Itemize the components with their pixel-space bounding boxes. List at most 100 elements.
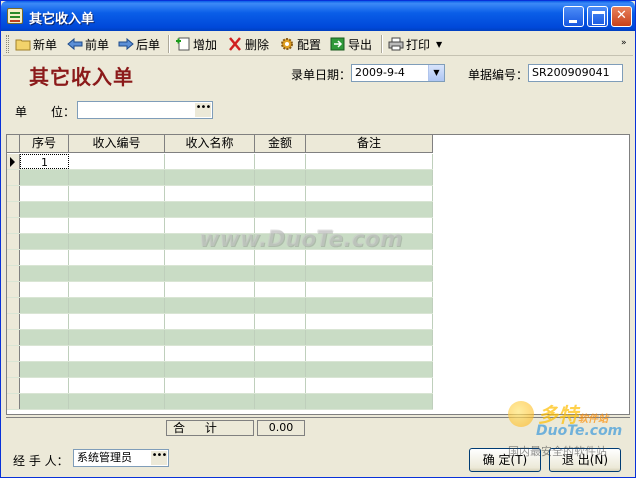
row-header[interactable] bbox=[7, 202, 20, 217]
grid-cell[interactable] bbox=[306, 186, 433, 201]
row-header[interactable] bbox=[7, 266, 20, 281]
handler-field[interactable]: 系统管理员 ••• bbox=[73, 449, 169, 467]
unit-field[interactable]: ••• bbox=[77, 101, 213, 119]
row-header[interactable] bbox=[7, 378, 20, 393]
table-row[interactable] bbox=[7, 250, 433, 266]
grid-cell[interactable] bbox=[20, 314, 69, 329]
column-header[interactable]: 收入名称 bbox=[165, 135, 255, 153]
grid-cell[interactable] bbox=[255, 314, 306, 329]
grid-cell[interactable] bbox=[306, 266, 433, 281]
grid-cell[interactable] bbox=[306, 202, 433, 217]
next-button[interactable]: 后单 bbox=[116, 34, 162, 54]
grid-cell[interactable] bbox=[255, 394, 306, 409]
column-header[interactable]: 金额 bbox=[255, 135, 306, 153]
grid-cell[interactable] bbox=[255, 186, 306, 201]
grid-cell[interactable] bbox=[69, 154, 165, 169]
grid-cell[interactable] bbox=[69, 266, 165, 281]
minimize-button[interactable] bbox=[563, 6, 584, 27]
grid-cell[interactable] bbox=[165, 250, 255, 265]
table-row[interactable] bbox=[7, 330, 433, 346]
row-header[interactable] bbox=[7, 394, 20, 409]
table-row[interactable] bbox=[7, 282, 433, 298]
table-row[interactable] bbox=[7, 394, 433, 410]
grid-cell[interactable] bbox=[165, 346, 255, 361]
row-header[interactable] bbox=[7, 314, 20, 329]
grid-cell[interactable] bbox=[165, 282, 255, 297]
column-header[interactable]: 序号 bbox=[20, 135, 69, 153]
data-grid[interactable]: 序号 收入编号 收入名称 金额 备注 1 bbox=[6, 134, 630, 415]
grid-cell[interactable] bbox=[306, 314, 433, 329]
grid-cell[interactable] bbox=[69, 314, 165, 329]
grid-cell[interactable] bbox=[165, 330, 255, 345]
export-button[interactable]: 导出 bbox=[328, 34, 374, 54]
grid-cell[interactable] bbox=[165, 186, 255, 201]
grid-cell[interactable] bbox=[306, 346, 433, 361]
grid-cell[interactable] bbox=[69, 394, 165, 409]
grid-cell[interactable] bbox=[20, 362, 69, 377]
grid-cell[interactable] bbox=[306, 394, 433, 409]
grid-cell[interactable] bbox=[20, 394, 69, 409]
table-row[interactable] bbox=[7, 170, 433, 186]
row-header[interactable] bbox=[7, 250, 20, 265]
table-row[interactable] bbox=[7, 266, 433, 282]
grid-cell[interactable] bbox=[255, 346, 306, 361]
grid-cell[interactable] bbox=[165, 394, 255, 409]
close-button[interactable]: ✕ bbox=[611, 6, 632, 27]
grid-cell[interactable] bbox=[255, 330, 306, 345]
table-row[interactable] bbox=[7, 362, 433, 378]
new-button[interactable]: 新单 bbox=[13, 34, 59, 54]
row-header[interactable] bbox=[7, 218, 20, 233]
chevron-down-icon[interactable]: ▼ bbox=[428, 65, 444, 81]
column-header[interactable]: 备注 bbox=[306, 135, 433, 153]
ellipsis-icon[interactable]: ••• bbox=[151, 451, 167, 465]
row-header[interactable] bbox=[7, 154, 20, 169]
print-button[interactable]: 打印 ▼ bbox=[386, 34, 444, 54]
grid-cell[interactable] bbox=[165, 154, 255, 169]
grid-cell[interactable] bbox=[20, 218, 69, 233]
doc-no-field[interactable]: SR200909041 bbox=[528, 64, 623, 82]
grid-cell[interactable] bbox=[69, 330, 165, 345]
grid-cell[interactable] bbox=[20, 202, 69, 217]
delete-button[interactable]: 删除 bbox=[225, 34, 271, 54]
date-field[interactable]: 2009-9-4 ▼ bbox=[351, 64, 445, 82]
grid-cell[interactable] bbox=[69, 346, 165, 361]
toolbar-overflow-icon[interactable]: » bbox=[621, 38, 627, 48]
grid-cell[interactable] bbox=[20, 266, 69, 281]
grid-cell[interactable] bbox=[20, 346, 69, 361]
grid-cell[interactable] bbox=[306, 362, 433, 377]
row-header[interactable] bbox=[7, 186, 20, 201]
table-row[interactable] bbox=[7, 298, 433, 314]
grid-cell[interactable] bbox=[69, 378, 165, 393]
grid-cell[interactable]: 1 bbox=[20, 154, 69, 169]
grid-cell[interactable] bbox=[20, 170, 69, 185]
column-header[interactable]: 收入编号 bbox=[69, 135, 165, 153]
grid-cell[interactable] bbox=[306, 154, 433, 169]
grid-cell[interactable] bbox=[255, 250, 306, 265]
config-button[interactable]: 配置 bbox=[277, 34, 323, 54]
grid-cell[interactable] bbox=[306, 330, 433, 345]
row-header[interactable] bbox=[7, 170, 20, 185]
row-header[interactable] bbox=[7, 346, 20, 361]
prev-button[interactable]: 前单 bbox=[65, 34, 111, 54]
grid-cell[interactable] bbox=[20, 298, 69, 313]
grid-cell[interactable] bbox=[255, 266, 306, 281]
grid-cell[interactable] bbox=[20, 378, 69, 393]
table-row[interactable] bbox=[7, 202, 433, 218]
grid-cell[interactable] bbox=[306, 250, 433, 265]
grid-cell[interactable] bbox=[165, 170, 255, 185]
toolbar-grip[interactable] bbox=[6, 35, 9, 53]
grid-cell[interactable] bbox=[69, 170, 165, 185]
grid-cell[interactable] bbox=[306, 282, 433, 297]
row-header[interactable] bbox=[7, 234, 20, 249]
table-row[interactable] bbox=[7, 346, 433, 362]
grid-cell[interactable] bbox=[306, 298, 433, 313]
grid-cell[interactable] bbox=[20, 282, 69, 297]
grid-cell[interactable] bbox=[20, 234, 69, 249]
grid-cell[interactable] bbox=[20, 330, 69, 345]
chevron-down-icon[interactable]: ▼ bbox=[436, 40, 442, 49]
grid-cell[interactable] bbox=[255, 170, 306, 185]
grid-cell[interactable] bbox=[165, 314, 255, 329]
grid-cell[interactable] bbox=[306, 378, 433, 393]
grid-cell[interactable] bbox=[306, 170, 433, 185]
grid-cell[interactable] bbox=[69, 282, 165, 297]
